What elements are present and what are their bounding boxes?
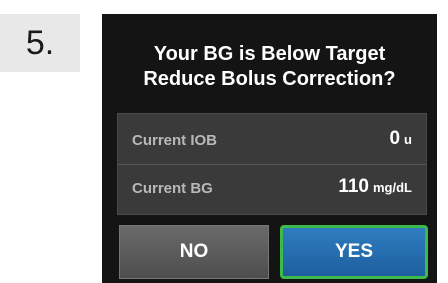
- current-bg-number: 110: [338, 176, 369, 197]
- yes-button[interactable]: YES: [280, 225, 428, 279]
- current-bg-unit: mg/dL: [373, 180, 412, 195]
- step-number-badge: 5.: [0, 14, 80, 72]
- dialog-title-line-2: Reduce Bolus Correction?: [143, 68, 396, 90]
- current-bg-value: 110 mg/dL: [338, 176, 412, 198]
- dialog-title-line-1: Your BG is Below Target: [153, 43, 386, 65]
- current-bg-label: Current BG: [132, 180, 213, 197]
- current-iob-number: 0: [389, 128, 401, 149]
- current-iob-unit: u: [404, 132, 412, 147]
- info-panel: Current IOB 0u Current BG 110 mg/dL: [117, 113, 427, 215]
- dialog-title: Your BG is Below Target Reduce Bolus Cor…: [102, 42, 437, 92]
- no-button[interactable]: NO: [119, 225, 269, 279]
- pump-screen: Your BG is Below Target Reduce Bolus Cor…: [102, 14, 437, 283]
- current-iob-value: 0u: [389, 128, 412, 150]
- info-row-current-bg: Current BG 110 mg/dL: [118, 166, 426, 214]
- current-iob-label: Current IOB: [132, 132, 218, 149]
- page: 5. Your BG is Below Target Reduce Bolus …: [0, 0, 448, 283]
- row-divider: [118, 164, 426, 165]
- info-row-current-iob: Current IOB 0u: [118, 118, 426, 166]
